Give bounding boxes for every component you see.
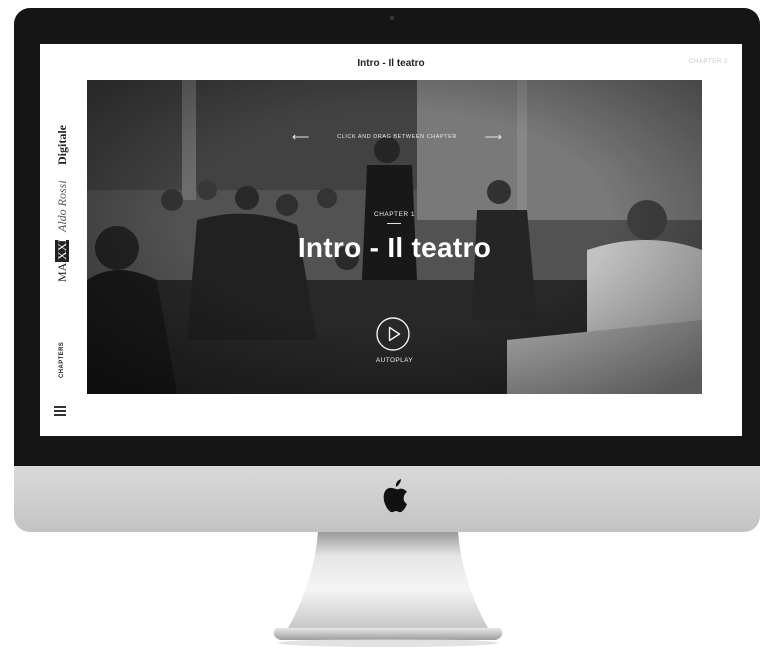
logo-xxi: XXI bbox=[55, 239, 69, 260]
hamburger-icon[interactable] bbox=[54, 406, 66, 416]
apple-logo bbox=[383, 479, 407, 513]
chapter-drag-hint: ⟵ CLICK AND DRAG BETWEEN CHAPTER ⟶ bbox=[292, 131, 502, 143]
autoplay-label[interactable]: AUTOPLAY bbox=[87, 357, 702, 364]
page-title: Intro - Il teatro bbox=[357, 58, 425, 69]
logo-aldo-rossi: Aldo Rossi bbox=[55, 180, 69, 233]
camera-dot bbox=[390, 16, 394, 20]
hero-title: Intro - Il teatro bbox=[297, 232, 492, 263]
drag-hint-text: CLICK AND DRAG BETWEEN CHAPTER bbox=[337, 134, 457, 140]
app-screen: Intro - Il teatro CHAPTER 2 MA XXI Aldo … bbox=[40, 44, 742, 436]
chapters-label: CHAPTERS bbox=[59, 342, 65, 378]
hero-image[interactable]: ⟵ CLICK AND DRAG BETWEEN CHAPTER ⟶ CHAPT… bbox=[87, 80, 702, 394]
play-icon[interactable] bbox=[375, 316, 411, 352]
monitor-stand bbox=[273, 532, 503, 647]
arrow-right-icon[interactable]: ⟶ bbox=[485, 131, 502, 143]
arrow-left-icon[interactable]: ⟵ bbox=[292, 131, 309, 143]
chapters-link[interactable]: CHAPTERS bbox=[54, 334, 66, 378]
logo-digitale: Digitale bbox=[55, 124, 69, 165]
next-chapter-link[interactable]: CHAPTER 2 bbox=[689, 59, 728, 65]
logo-ma: MA bbox=[55, 262, 69, 282]
chapter-label: CHAPTER 1 bbox=[374, 211, 415, 218]
site-logo[interactable]: MA XXI Aldo Rossi Digitale bbox=[46, 86, 74, 282]
chapter-underline bbox=[387, 223, 401, 224]
